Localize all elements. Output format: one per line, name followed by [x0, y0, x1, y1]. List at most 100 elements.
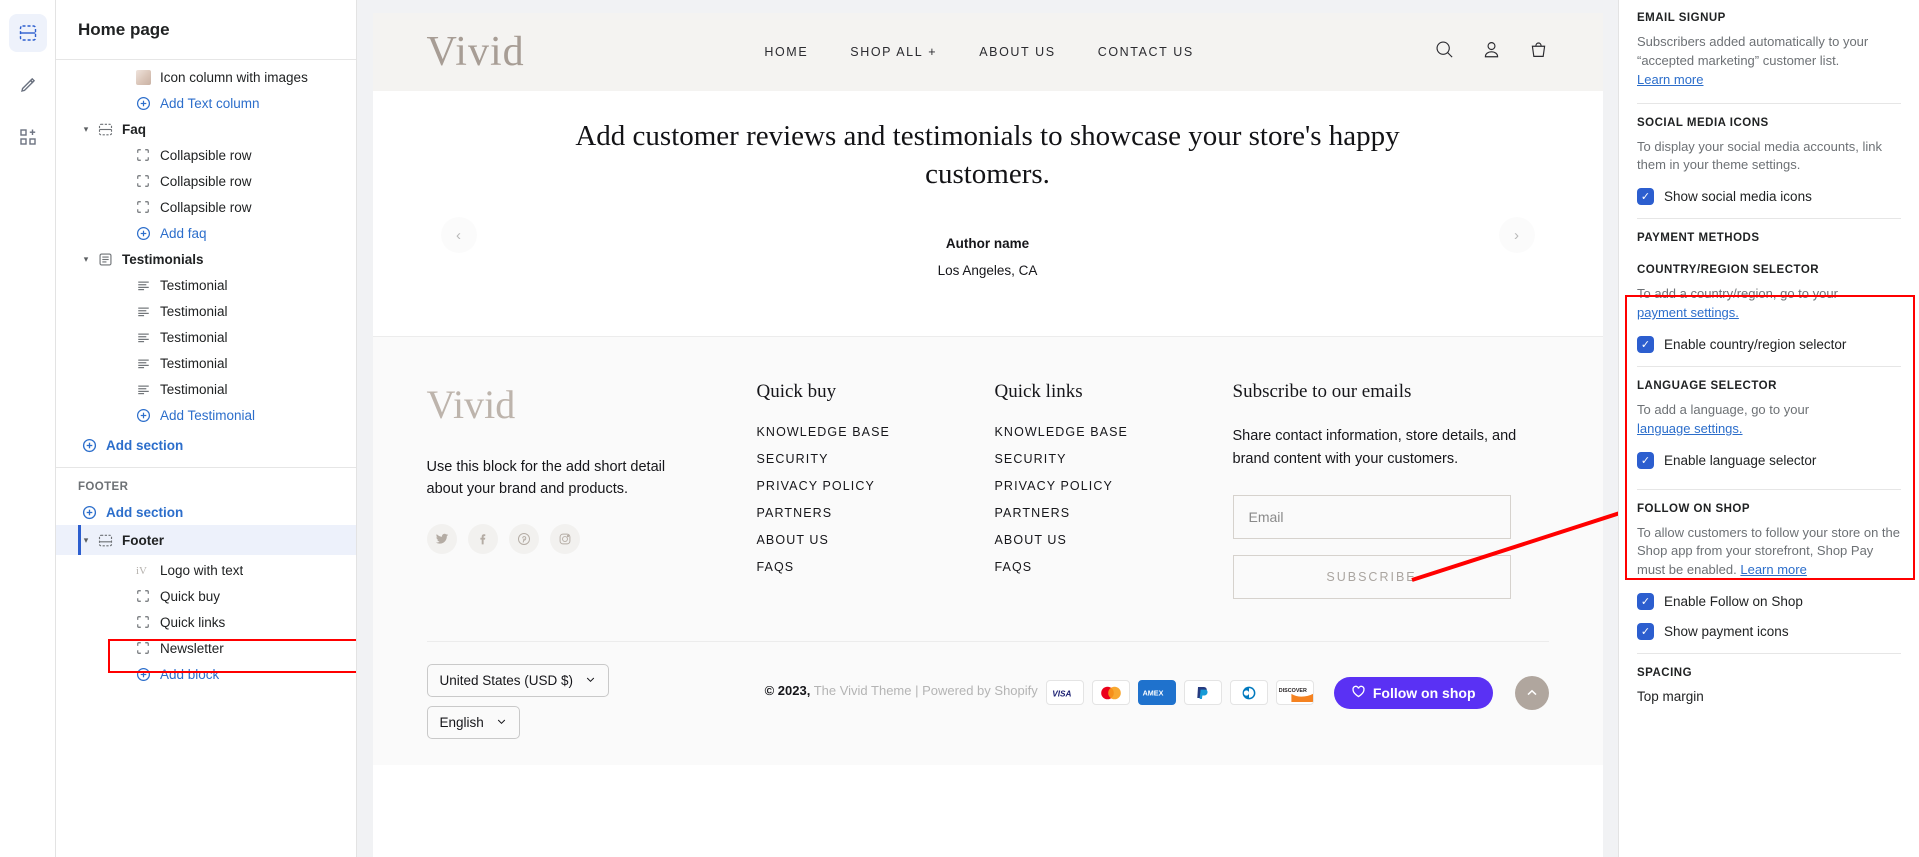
text-lines-icon	[132, 330, 154, 345]
back-to-top-icon[interactable]	[1514, 675, 1549, 710]
search-icon[interactable]	[1434, 39, 1455, 65]
tree-item-label: Collapsible row	[160, 199, 252, 215]
checkbox-checked-icon[interactable]: ✓	[1637, 188, 1654, 206]
tree-section-testimonials[interactable]: ▾ Testimonials	[56, 246, 356, 272]
footer-bottom-bar: United States (USD $) English © 2023, Th…	[426, 640, 1549, 765]
twitter-icon[interactable]	[426, 524, 457, 555]
tree-block-collapsible-row-1[interactable]: Collapsible row	[56, 142, 356, 168]
tree-add-section-template[interactable]: Add section	[56, 432, 356, 458]
setting-group-follow-on-shop: FOLLOW ON SHOP To allow customers to fol…	[1637, 503, 1901, 641]
apps-icon[interactable]	[9, 118, 47, 156]
footer-link[interactable]: FAQS	[995, 560, 1233, 574]
footer-link[interactable]: PRIVACY POLICY	[757, 479, 995, 493]
checkbox-checked-icon[interactable]: ✓	[1637, 335, 1654, 353]
tree-block-testimonial-2[interactable]: Testimonial	[56, 298, 356, 324]
facebook-icon[interactable]	[467, 524, 498, 555]
follow-on-shop-label: Follow on shop	[1372, 684, 1476, 701]
learn-more-link[interactable]: Learn more	[1637, 72, 1703, 87]
footer-link[interactable]: KNOWLEDGE BASE	[995, 425, 1233, 439]
account-icon[interactable]	[1481, 39, 1502, 65]
sidebar-item-footer[interactable]: ▾ Footer	[56, 525, 356, 555]
store-nav: HOME SHOP ALL + ABOUT US CONTACT US	[525, 45, 1434, 59]
checkbox-show-social-media-icons[interactable]: ✓ Show social media icons	[1637, 188, 1901, 206]
testimonial-author: Author name	[945, 235, 1030, 251]
tree-block-testimonial-1[interactable]: Testimonial	[56, 272, 356, 298]
copyright-powered-by[interactable]: Powered by Shopify	[922, 683, 1038, 698]
tree-item-label: Testimonial	[160, 381, 228, 397]
footer-column-title: Quick links	[994, 380, 1083, 402]
chevron-down-icon	[585, 673, 596, 688]
checkbox-enable-language-selector[interactable]: ✓ Enable language selector	[1637, 451, 1901, 469]
tree-item-label: Add Testimonial	[160, 407, 256, 423]
tree-block-logo-with-text[interactable]: iV Logo with text	[56, 557, 356, 583]
tree-block-testimonial-5[interactable]: Testimonial	[56, 376, 356, 402]
footer-link[interactable]: SECURITY	[995, 452, 1233, 466]
chevron-down-icon[interactable]: ▾	[78, 254, 94, 265]
checkbox-label: Enable country/region selector	[1664, 336, 1847, 352]
footer-link[interactable]: KNOWLEDGE BASE	[757, 425, 995, 439]
chevron-down-icon[interactable]: ▾	[78, 124, 94, 135]
tree-add-block[interactable]: Add block	[56, 661, 356, 687]
tree-block-collapsible-row-2[interactable]: Collapsible row	[56, 168, 356, 194]
checkbox-enable-country-region-selector[interactable]: ✓ Enable country/region selector	[1637, 335, 1901, 353]
tree-add-faq[interactable]: Add faq	[56, 220, 356, 246]
tree-item-label: Testimonial	[160, 329, 228, 345]
store-logo[interactable]: Vivid	[427, 28, 525, 76]
footer-link[interactable]: ABOUT US	[757, 533, 995, 547]
pinterest-icon[interactable]	[508, 524, 539, 555]
tree-block-newsletter[interactable]: Newsletter	[56, 635, 356, 661]
nav-item-home[interactable]: HOME	[764, 45, 808, 59]
instagram-icon[interactable]	[549, 524, 580, 555]
theme-settings-icon[interactable]	[9, 66, 47, 104]
chevron-down-icon[interactable]: ▾	[78, 535, 94, 546]
footer-link[interactable]: SECURITY	[757, 452, 995, 466]
learn-more-link[interactable]: Learn more	[1740, 562, 1806, 577]
checkbox-enable-follow-on-shop[interactable]: ✓ Enable Follow on Shop	[1637, 593, 1901, 611]
tree-item-label: Collapsible row	[160, 147, 252, 163]
language-selector[interactable]: English	[426, 705, 520, 739]
footer-column-quick-links: Quick links KNOWLEDGE BASE SECURITY PRIV…	[995, 381, 1233, 599]
nav-item-about-us[interactable]: ABOUT US	[979, 45, 1055, 59]
tree-add-testimonial[interactable]: Add Testimonial	[56, 402, 356, 428]
tree-block-collapsible-row-3[interactable]: Collapsible row	[56, 194, 356, 220]
country-region-selector[interactable]: United States (USD $)	[426, 663, 610, 697]
footer-column-quick-buy: Quick buy KNOWLEDGE BASE SECURITY PRIVAC…	[757, 381, 995, 599]
tree-block-testimonial-4[interactable]: Testimonial	[56, 350, 356, 376]
footer-link[interactable]: ABOUT US	[995, 533, 1233, 547]
checkbox-show-payment-icons[interactable]: ✓ Show payment icons	[1637, 623, 1901, 641]
tree-block-quick-buy[interactable]: Quick buy	[56, 583, 356, 609]
follow-on-shop-button[interactable]: Follow on shop	[1333, 676, 1493, 709]
nav-item-contact-us[interactable]: CONTACT US	[1098, 45, 1194, 59]
diners-club-icon	[1229, 680, 1268, 706]
newsletter-subscribe-button[interactable]: SUBSCRIBE	[1232, 554, 1511, 599]
amex-icon: AMEX	[1137, 680, 1176, 706]
language-selector-value: English	[439, 714, 484, 730]
footer-link[interactable]: PRIVACY POLICY	[995, 479, 1233, 493]
setting-group-social-media-icons: SOCIAL MEDIA ICONS To display your socia…	[1637, 117, 1901, 206]
tree-add-text-column[interactable]: Add Text column	[56, 90, 356, 116]
tree-add-section-footer[interactable]: Add section	[56, 499, 356, 525]
sections-icon[interactable]	[8, 14, 47, 52]
payment-settings-link[interactable]: payment settings.	[1637, 305, 1739, 320]
footer-link[interactable]: PARTNERS	[757, 506, 995, 520]
nav-item-shop-all[interactable]: SHOP ALL +	[850, 45, 937, 59]
footer-copyright: © 2023, The Vivid Theme | Powered by Sho…	[757, 664, 1046, 702]
cart-icon[interactable]	[1528, 39, 1549, 65]
checkbox-checked-icon[interactable]: ✓	[1637, 593, 1654, 611]
tree-item-icon-column-with-images[interactable]: Icon column with images	[56, 64, 356, 90]
carousel-prev-button[interactable]: ‹	[440, 217, 477, 253]
tree-item-label: Testimonial	[160, 355, 228, 371]
checkbox-checked-icon[interactable]: ✓	[1637, 623, 1654, 641]
tree-block-quick-links[interactable]: Quick links	[56, 609, 356, 635]
copyright-theme[interactable]: The Vivid Theme	[814, 683, 912, 698]
tree-section-faq[interactable]: ▾ Faq	[56, 116, 356, 142]
checkbox-checked-icon[interactable]: ✓	[1637, 451, 1654, 469]
tree-block-testimonial-3[interactable]: Testimonial	[56, 324, 356, 350]
footer-link[interactable]: PARTNERS	[995, 506, 1233, 520]
newsletter-email-input[interactable]: Email	[1232, 494, 1511, 539]
setting-group-spacing: SPACING Top margin	[1637, 667, 1901, 704]
language-settings-link[interactable]: language settings.	[1637, 421, 1743, 436]
footer-link[interactable]: FAQS	[757, 560, 995, 574]
carousel-next-button[interactable]: ›	[1498, 217, 1535, 253]
setting-group-description: Subscribers added automatically to your …	[1637, 33, 1901, 90]
